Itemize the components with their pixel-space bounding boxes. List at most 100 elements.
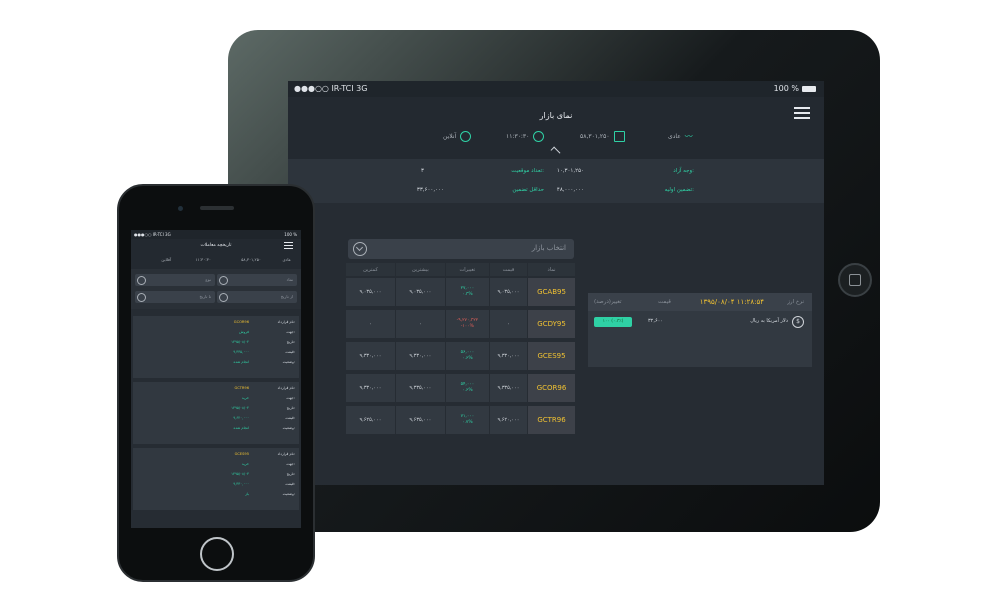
status-bar: ●●●○○ IR-TCI 3G 100 % <box>288 81 824 97</box>
chevron-down-icon <box>353 242 367 256</box>
market-select-placeholder: انتخاب بازار <box>531 244 566 252</box>
rate-header: نرخ ارز ۱۳۹۵/۰۸/۰۴ ۱۱:۲۸:۵۴ قیمت تغییر(د… <box>588 293 812 311</box>
price-cell: ۹,۶۲۰,۰۰۰ <box>488 406 527 434</box>
cash-label: وجه آزاد: <box>673 168 694 174</box>
rate-title: نرخ ارز <box>787 299 804 305</box>
symbol-cell: GCOR96 <box>527 374 575 402</box>
stat-balance: ۵۸,۳۰۱,۲۵۰ <box>580 131 625 142</box>
stat-connection: آنلاین <box>443 131 472 142</box>
high-cell: ۹,۳۳۵,۰۰۰ <box>394 374 445 402</box>
rate-price-label: قیمت <box>658 299 671 305</box>
stat-time: ۱۱:۳۰:۳۰ <box>506 131 545 142</box>
phone-title: تاریخچه معاملات <box>200 243 232 248</box>
carrier-label: ●●●○○ IR-TCI 3G <box>294 84 368 93</box>
clock-icon <box>533 131 545 142</box>
trade-card[interactable]: نام قرارداد: GCTR96 جهت: خرید تاریخ: ۱۳۹۵/۰… <box>133 382 299 444</box>
col-price: قیمت <box>488 263 527 276</box>
filter-field[interactable]: نوع <box>135 274 215 286</box>
price-cell: ۰ <box>488 310 527 338</box>
trade-card[interactable]: نام قرارداد: GCES95 جهت: خرید تاریخ: ۱۳۹۵/۰… <box>133 448 299 510</box>
wallet-icon <box>613 131 625 142</box>
phone-header: تاریخچه معاملات عادی ۵۸,۳۰۱,۲۵۰ ۱۱:۳۰:۳۰… <box>131 239 301 269</box>
price-cell: ۹,۳۳۰,۰۰۰ <box>488 342 527 370</box>
market-select[interactable]: انتخاب بازار <box>348 239 574 259</box>
high-cell: ۹,۶۳۵,۰۰۰ <box>394 406 445 434</box>
symbol-cell: GCES95 <box>527 342 575 370</box>
filter-field[interactable]: تا تاریخ <box>135 291 215 303</box>
collapse-icon[interactable] <box>550 146 561 157</box>
market-header: نمای بازار عادی 〰 ۵۸,۳۰۱,۲۵۰ ۱۱:۳۰:۳۰ آنل… <box>288 97 824 159</box>
phone-screen: ●●●○○ IR-TCI 3G 100 % تاریخچه معاملات عا… <box>131 230 301 528</box>
dollar-icon: $ <box>792 316 804 328</box>
table-row[interactable]: GCES95 ۹,۳۳۰,۰۰۰ ۵۶,۰۰۰ ۰.۶% ۹,۳۳۰,۰۰۰ ۹,… <box>345 342 575 370</box>
phone-menu-icon[interactable] <box>284 242 293 249</box>
low-cell: ۹,۳۳۰,۰۰۰ <box>345 342 395 370</box>
rate-row-name: دلار آمریکا به ریال <box>750 318 788 324</box>
phone-stat-status: عادی <box>282 257 291 262</box>
rate-row[interactable]: $ دلار آمریکا به ریال ۳۲,۶۰۰ ۱۰۰ (۰.۳٪) <box>588 315 812 331</box>
min-margin-value: ۳۳,۶۰۰,۰۰۰ <box>416 187 444 193</box>
battery-icon <box>802 85 816 92</box>
price-cell: ۹,۳۳۵,۰۰۰ <box>488 374 527 402</box>
positions-value: ۳ <box>421 168 424 174</box>
low-cell: ۹,۳۳۰,۰۰۰ <box>345 374 395 402</box>
high-cell: ۹,۰۳۵,۰۰۰ <box>394 278 445 306</box>
table-row[interactable]: GCOR96 ۹,۳۳۵,۰۰۰ ۵۴,۰۰۰ ۰.۶% ۹,۳۳۵,۰۰۰ ۹,… <box>345 374 575 402</box>
filter-field[interactable]: از تاریخ <box>217 291 297 303</box>
page-title: نمای بازار <box>539 111 573 120</box>
table-row[interactable]: GCDY95 ۰ -۹,۲۷۰,۳۲۲ -۱۰۰% ۰ ۰ <box>345 310 575 338</box>
cash-value: ۱۰,۳۰۱,۲۵۰ <box>556 168 584 174</box>
high-cell: ۰ <box>394 310 445 338</box>
tablet-home-button[interactable] <box>838 263 872 297</box>
rate-change-badge: ۱۰۰ (۰.۳٪) <box>594 317 632 327</box>
price-cell: ۹,۰۳۵,۰۰۰ <box>488 278 527 306</box>
phone-stat-balance: ۵۸,۳۰۱,۲۵۰ <box>241 257 261 262</box>
globe-icon <box>460 131 472 142</box>
col-change: تغییرات <box>444 263 489 276</box>
phone-battery: 100 % <box>284 232 297 237</box>
phone-stat-connection: آفلاین <box>161 257 171 262</box>
col-symbol: نماد <box>527 263 575 276</box>
rate-change-label: تغییر(درصد) <box>594 299 622 305</box>
positions-label: تعداد موقعیت: <box>511 168 544 174</box>
low-cell: ۰ <box>345 310 395 338</box>
low-cell: ۹,۶۲۵,۰۰۰ <box>345 406 395 434</box>
change-cell: ۵۶,۰۰۰ ۰.۶% <box>444 342 489 370</box>
front-camera <box>178 206 183 211</box>
stat-status: عادی 〰 <box>668 132 693 141</box>
market-table: نماد قیمت تغییرات بیشترین کمترین GCAB95 … <box>345 263 575 438</box>
low-cell: ۹,۰۳۵,۰۰۰ <box>345 278 395 306</box>
col-high: بیشترین <box>394 263 445 276</box>
change-cell: -۹,۲۷۰,۳۲۲ -۱۰۰% <box>444 310 489 338</box>
symbol-cell: GCTR96 <box>527 406 575 434</box>
menu-icon[interactable] <box>794 107 810 119</box>
initial-margin-value: ۴۸,۰۰۰,۰۰۰ <box>556 187 584 193</box>
change-cell: ۵۴,۰۰۰ ۰.۶% <box>444 374 489 402</box>
min-margin-label: حداقل تضمین <box>512 187 544 193</box>
exchange-rate-panel: نرخ ارز ۱۳۹۵/۰۸/۰۴ ۱۱:۲۸:۵۴ قیمت تغییر(د… <box>588 293 812 367</box>
change-cell: ۷۱,۰۰۰ ۰.۷% <box>444 406 489 434</box>
table-row[interactable]: GCTR96 ۹,۶۲۰,۰۰۰ ۷۱,۰۰۰ ۰.۷% ۹,۶۳۵,۰۰۰ ۹,… <box>345 406 575 434</box>
battery-indicator: 100 % <box>774 84 816 93</box>
rate-row-price: ۳۲,۶۰۰ <box>648 318 664 324</box>
phone-filters: نماد نوع از تاریخ تا تاریخ <box>131 269 301 309</box>
change-cell: ۲۷,۰۰۰ ۰.۳% <box>444 278 489 306</box>
earpiece <box>200 206 234 210</box>
account-info: وجه آزاد: ۱۰,۳۰۱,۲۵۰ تعداد موقعیت: ۳ تضم… <box>288 159 824 203</box>
table-header: نماد قیمت تغییرات بیشترین کمترین <box>345 263 575 276</box>
rate-datetime: ۱۳۹۵/۰۸/۰۴ ۱۱:۲۸:۵۴ <box>699 298 764 306</box>
phone-carrier: ●●●○○ IR-TCI 3G <box>134 232 171 237</box>
col-low: کمترین <box>345 263 395 276</box>
tablet-screen: ●●●○○ IR-TCI 3G 100 % نمای بازار عادی 〰 ۵… <box>288 81 824 485</box>
high-cell: ۹,۳۳۰,۰۰۰ <box>394 342 445 370</box>
trade-card[interactable]: نام قرارداد: GCOR96 جهت: فروش تاریخ: ۱۳۹۵/۰… <box>133 316 299 378</box>
symbol-cell: GCDY95 <box>527 310 575 338</box>
phone-status-bar: ●●●○○ IR-TCI 3G 100 % <box>131 230 301 239</box>
filter-field[interactable]: نماد <box>217 274 297 286</box>
initial-margin-label: تضمین اولیه: <box>664 187 694 193</box>
table-row[interactable]: GCAB95 ۹,۰۳۵,۰۰۰ ۲۷,۰۰۰ ۰.۳% ۹,۰۳۵,۰۰۰ ۹,… <box>345 278 575 306</box>
symbol-cell: GCAB95 <box>527 278 575 306</box>
phone-stat-time: ۱۱:۳۰:۳۰ <box>195 257 211 262</box>
phone-home-button[interactable] <box>200 537 234 571</box>
wave-icon: 〰 <box>684 132 693 141</box>
